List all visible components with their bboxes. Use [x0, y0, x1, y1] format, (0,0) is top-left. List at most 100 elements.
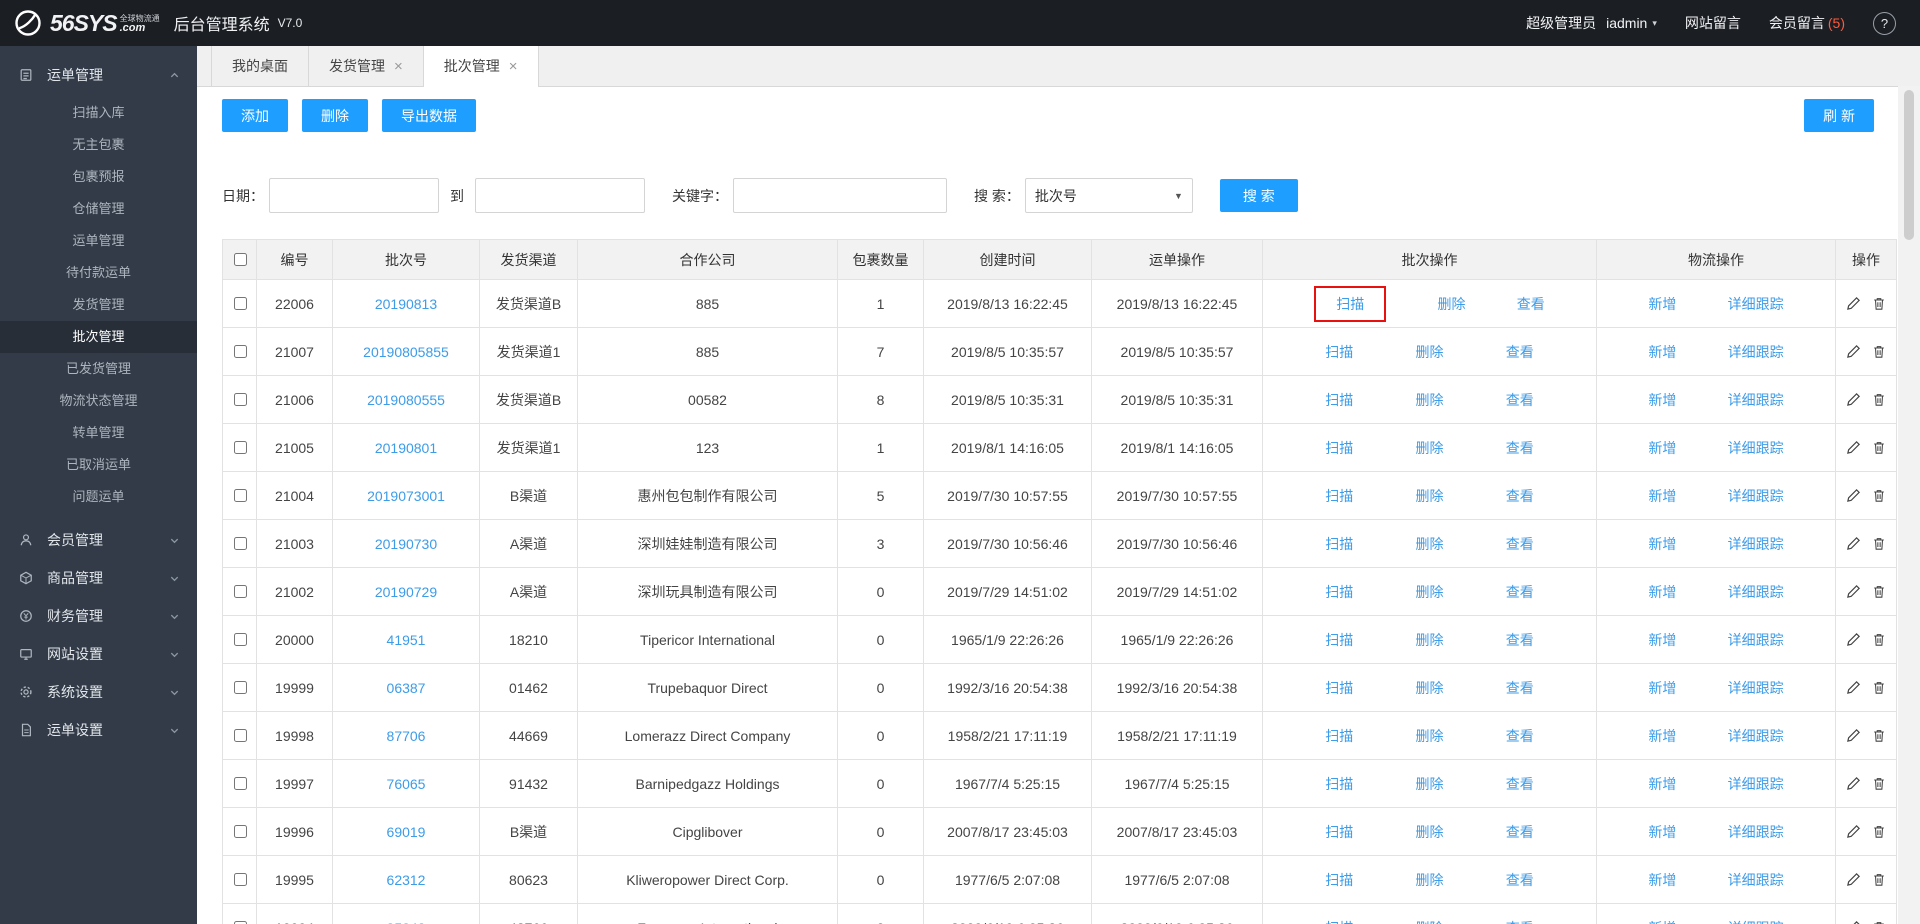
close-icon[interactable]: × [509, 59, 518, 74]
row-checkbox[interactable] [234, 345, 247, 358]
edit-pencil-icon[interactable] [1846, 344, 1861, 359]
delete-link[interactable]: 删除 [1416, 918, 1444, 924]
row-checkbox[interactable] [234, 585, 247, 598]
select-all-checkbox[interactable] [234, 253, 247, 266]
detail-tracking-link[interactable]: 详细跟踪 [1728, 774, 1784, 794]
add-tracking-link[interactable]: 新增 [1648, 390, 1676, 410]
scan-link[interactable]: 扫描 [1325, 438, 1353, 458]
view-link[interactable]: 查看 [1506, 774, 1534, 794]
trash-icon[interactable] [1872, 296, 1886, 311]
scan-link[interactable]: 扫描 [1325, 918, 1353, 924]
scan-link[interactable]: 扫描 [1325, 678, 1353, 698]
sidebar-section-member-management[interactable]: 会员管理 [0, 521, 197, 559]
edit-pencil-icon[interactable] [1846, 824, 1861, 839]
batch-no-link[interactable]: 85248 [333, 904, 480, 924]
user-menu[interactable]: iadmin ▾ [1606, 15, 1657, 31]
row-checkbox[interactable] [234, 489, 247, 502]
sidebar-subitem[interactable]: 无主包裹 [0, 129, 197, 161]
batch-no-link[interactable]: 20190730 [333, 520, 480, 568]
delete-link[interactable]: 删除 [1416, 774, 1444, 794]
batch-no-link[interactable]: 2019073001 [333, 472, 480, 520]
detail-tracking-link[interactable]: 详细跟踪 [1728, 342, 1784, 362]
add-tracking-link[interactable]: 新增 [1648, 342, 1676, 362]
add-tracking-link[interactable]: 新增 [1648, 822, 1676, 842]
add-tracking-link[interactable]: 新增 [1648, 870, 1676, 890]
scan-link[interactable]: 扫描 [1325, 534, 1353, 554]
scan-link[interactable]: 扫描 [1314, 286, 1386, 322]
delete-link[interactable]: 删除 [1416, 438, 1444, 458]
delete-button[interactable]: 删除 [302, 99, 368, 132]
batch-no-link[interactable]: 2019080555 [333, 376, 480, 424]
edit-pencil-icon[interactable] [1846, 872, 1861, 887]
delete-link[interactable]: 删除 [1416, 342, 1444, 362]
row-checkbox[interactable] [234, 681, 247, 694]
trash-icon[interactable] [1872, 488, 1886, 503]
batch-no-link[interactable]: 69019 [333, 808, 480, 856]
search-type-select[interactable]: 批次号 ▼ [1025, 178, 1193, 213]
detail-tracking-link[interactable]: 详细跟踪 [1728, 918, 1784, 924]
add-tracking-link[interactable]: 新增 [1648, 630, 1676, 650]
detail-tracking-link[interactable]: 详细跟踪 [1728, 294, 1784, 314]
sidebar-subitem[interactable]: 包裹预报 [0, 161, 197, 193]
detail-tracking-link[interactable]: 详细跟踪 [1728, 486, 1784, 506]
scan-link[interactable]: 扫描 [1325, 870, 1353, 890]
site-messages-link[interactable]: 网站留言 [1685, 13, 1741, 33]
sidebar-subitem[interactable]: 已发货管理 [0, 353, 197, 385]
row-checkbox[interactable] [234, 729, 247, 742]
view-link[interactable]: 查看 [1506, 630, 1534, 650]
sidebar-subitem[interactable]: 发货管理 [0, 289, 197, 321]
delete-link[interactable]: 删除 [1416, 486, 1444, 506]
view-link[interactable]: 查看 [1506, 534, 1534, 554]
row-checkbox[interactable] [234, 825, 247, 838]
batch-no-link[interactable]: 20190813 [333, 280, 480, 328]
batch-no-link[interactable]: 06387 [333, 664, 480, 712]
delete-link[interactable]: 删除 [1416, 630, 1444, 650]
help-icon[interactable]: ? [1873, 12, 1896, 35]
add-tracking-link[interactable]: 新增 [1648, 486, 1676, 506]
edit-pencil-icon[interactable] [1846, 920, 1861, 924]
add-tracking-link[interactable]: 新增 [1648, 774, 1676, 794]
sidebar-subitem[interactable]: 物流状态管理 [0, 385, 197, 417]
delete-link[interactable]: 删除 [1416, 534, 1444, 554]
edit-pencil-icon[interactable] [1846, 488, 1861, 503]
view-link[interactable]: 查看 [1506, 390, 1534, 410]
search-button[interactable]: 搜 索 [1220, 179, 1298, 212]
detail-tracking-link[interactable]: 详细跟踪 [1728, 630, 1784, 650]
sidebar-section-system-settings[interactable]: 系统设置 [0, 673, 197, 711]
sidebar-section-product-management[interactable]: 商品管理 [0, 559, 197, 597]
edit-pencil-icon[interactable] [1846, 296, 1861, 311]
sidebar-subitem[interactable]: 批次管理 [0, 321, 197, 353]
sidebar-section-website-settings[interactable]: 网站设置 [0, 635, 197, 673]
edit-pencil-icon[interactable] [1846, 536, 1861, 551]
delete-link[interactable]: 删除 [1416, 582, 1444, 602]
trash-icon[interactable] [1872, 392, 1886, 407]
detail-tracking-link[interactable]: 详细跟踪 [1728, 390, 1784, 410]
trash-icon[interactable] [1872, 536, 1886, 551]
delete-link[interactable]: 删除 [1438, 294, 1466, 314]
batch-no-link[interactable]: 41951 [333, 616, 480, 664]
add-tracking-link[interactable]: 新增 [1648, 534, 1676, 554]
tab-batch-management[interactable]: 批次管理 × [424, 46, 539, 86]
trash-icon[interactable] [1872, 920, 1886, 924]
delete-link[interactable]: 删除 [1416, 726, 1444, 746]
trash-icon[interactable] [1872, 632, 1886, 647]
add-tracking-link[interactable]: 新增 [1648, 438, 1676, 458]
edit-pencil-icon[interactable] [1846, 728, 1861, 743]
trash-icon[interactable] [1872, 776, 1886, 791]
view-link[interactable]: 查看 [1506, 486, 1534, 506]
delete-link[interactable]: 删除 [1416, 870, 1444, 890]
date-from-input[interactable] [269, 178, 439, 213]
add-tracking-link[interactable]: 新增 [1648, 294, 1676, 314]
trash-icon[interactable] [1872, 440, 1886, 455]
sidebar-section-finance-management[interactable]: 财务管理 [0, 597, 197, 635]
delete-link[interactable]: 删除 [1416, 822, 1444, 842]
scan-link[interactable]: 扫描 [1325, 486, 1353, 506]
batch-no-link[interactable]: 76065 [333, 760, 480, 808]
sidebar-subitem[interactable]: 已取消运单 [0, 449, 197, 481]
edit-pencil-icon[interactable] [1846, 680, 1861, 695]
edit-pencil-icon[interactable] [1846, 584, 1861, 599]
view-link[interactable]: 查看 [1506, 582, 1534, 602]
keyword-input[interactable] [733, 178, 947, 213]
row-checkbox[interactable] [234, 633, 247, 646]
row-checkbox[interactable] [234, 873, 247, 886]
